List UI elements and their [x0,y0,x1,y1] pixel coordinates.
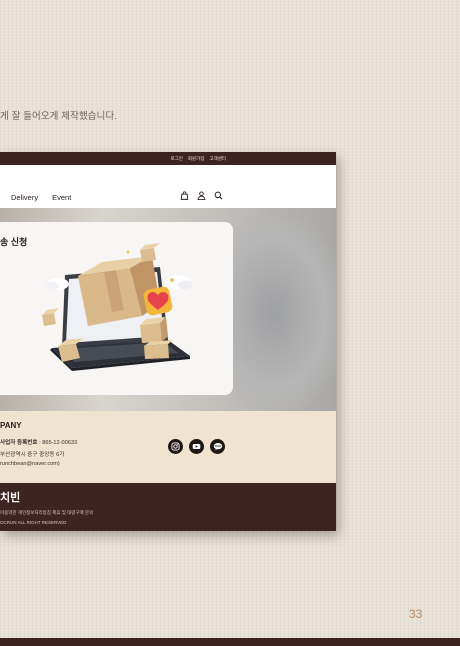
top-utility-bar: 로그인 회원가입 고객센터 [0,152,336,165]
nav-event[interactable]: Event [52,193,71,202]
bag-icon[interactable] [180,191,189,200]
talk-icon[interactable]: TALK [210,439,225,454]
footer-copyright: OCRUN ALL RIGHT RESERVED [0,520,67,525]
footer-company-name: PANY [0,421,22,430]
user-icon[interactable] [197,191,206,200]
hero-banner: 송 신청 [0,208,336,411]
bottom-strip [0,638,460,646]
footer-info: PANY 사업자 등록번호 : 865-12-00633 부산광역시 중구 중앙… [0,411,336,483]
caption-text: 게 잘 들어오게 제작했습니다. [0,111,118,122]
instagram-icon[interactable] [168,439,183,454]
hero-card: 송 신청 [0,222,233,395]
footer-bottom: 치빈 이용약관 개인정보처리방침 제휴 및 대량구매 문의 OCRUN ALL … [0,483,336,531]
laptop-delivery-illustration [42,243,192,371]
footer-address: 부산광역시 중구 중앙동 6가 [0,452,65,458]
talk-label: TALK [214,445,221,448]
business-number-value: : 865-12-00633 [37,440,78,446]
footer-brand: 치빈 [0,492,21,504]
hero-background-photo [230,218,336,408]
social-links: TALK [168,439,225,454]
search-icon[interactable] [214,191,223,200]
youtube-icon[interactable] [189,439,204,454]
main-nav: Delivery Event [0,165,336,208]
footer-email: runchbean@naver.com) [0,461,60,467]
footer-links[interactable]: 이용약관 개인정보처리방침 제휴 및 대량구매 문의 [0,510,93,516]
page-number: 33 [409,607,423,621]
footer-business-number: 사업자 등록번호 : 865-12-00633 [0,438,77,446]
nav-delivery[interactable]: Delivery [11,193,38,202]
website-mockup: 로그인 회원가입 고객센터 Delivery Event 송 신청 PANY 사… [0,152,336,531]
signup-link[interactable]: 회원가입 [188,156,205,162]
login-link[interactable]: 로그인 [170,156,182,162]
customer-center-link[interactable]: 고객센터 [209,156,226,162]
business-number-label: 사업자 등록번호 [0,440,38,446]
